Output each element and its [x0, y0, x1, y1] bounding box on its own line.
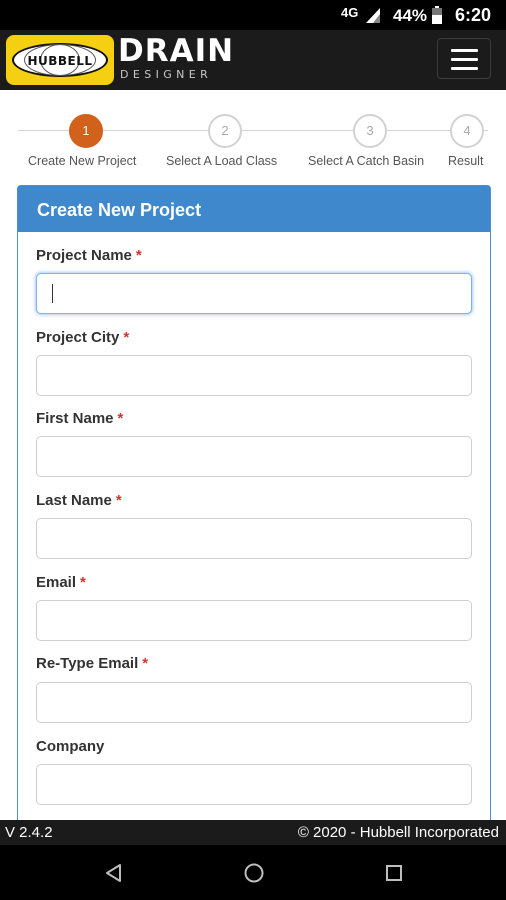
required-marker: * [115, 492, 122, 509]
email-label: Email * [36, 574, 86, 591]
project-city-input[interactable] [36, 355, 472, 396]
required-marker: * [80, 574, 86, 591]
first-name-label: First Name * [36, 410, 124, 427]
step-3-label: Select A Catch Basin [308, 154, 425, 168]
brand-title: DRAIN [118, 33, 235, 69]
signal-icon [366, 8, 380, 28]
company-input[interactable] [36, 764, 472, 805]
first-name-input[interactable] [36, 436, 472, 477]
copyright-text: © 2020 - Hubbell Incorporated [297, 824, 499, 841]
back-icon[interactable] [100, 859, 128, 887]
project-name-label: Project Name * [36, 247, 142, 264]
step-2-label: Select A Load Class [166, 154, 278, 168]
required-marker: * [142, 655, 149, 672]
project-name-input[interactable] [36, 273, 472, 314]
required-marker: * [123, 329, 130, 346]
brand-subtitle: DESIGNER [120, 68, 213, 81]
step-1-circle[interactable]: 1 [69, 114, 103, 148]
battery-icon [432, 6, 442, 29]
logo-globe: HUBBELL [12, 43, 108, 77]
step-3-circle[interactable]: 3 [353, 114, 387, 148]
last-name-input[interactable] [36, 518, 472, 559]
last-name-label: Last Name * [36, 492, 122, 509]
retype-email-label: Re-Type Email * [36, 655, 149, 672]
clock: 6:20 [455, 5, 492, 25]
step-2-circle[interactable]: 2 [208, 114, 242, 148]
battery-percent: 44% [393, 6, 428, 25]
retype-email-input[interactable] [36, 682, 472, 723]
email-input[interactable] [36, 600, 472, 641]
text-cursor [52, 284, 53, 303]
step-4-label: Result [448, 154, 484, 168]
version-text: V 2.4.2 [5, 824, 53, 841]
system-nav-bar [0, 845, 506, 900]
step-1-label: Create New Project [28, 154, 137, 168]
status-bar: 4G 44% 6:20 [0, 0, 506, 30]
required-marker: * [135, 247, 142, 264]
hubbell-logo[interactable]: HUBBELL [6, 35, 114, 85]
network-type: 4G [341, 5, 359, 20]
required-marker: * [117, 410, 124, 427]
panel-header: Create New Project [18, 186, 490, 232]
company-label: Company [36, 738, 105, 755]
app-footer: V 2.4.2 © 2020 - Hubbell Incorporated [0, 820, 506, 845]
hamburger-menu-button[interactable] [437, 38, 491, 79]
hamburger-menu-icon [451, 49, 478, 52]
logo-text: HUBBELL [27, 54, 93, 68]
recents-icon[interactable] [380, 859, 408, 887]
panel-title: Create New Project [37, 200, 202, 220]
home-icon[interactable] [240, 859, 268, 887]
app-header: HUBBELL [0, 30, 506, 90]
project-city-label: Project City * [36, 329, 130, 346]
step-4-circle[interactable]: 4 [450, 114, 484, 148]
